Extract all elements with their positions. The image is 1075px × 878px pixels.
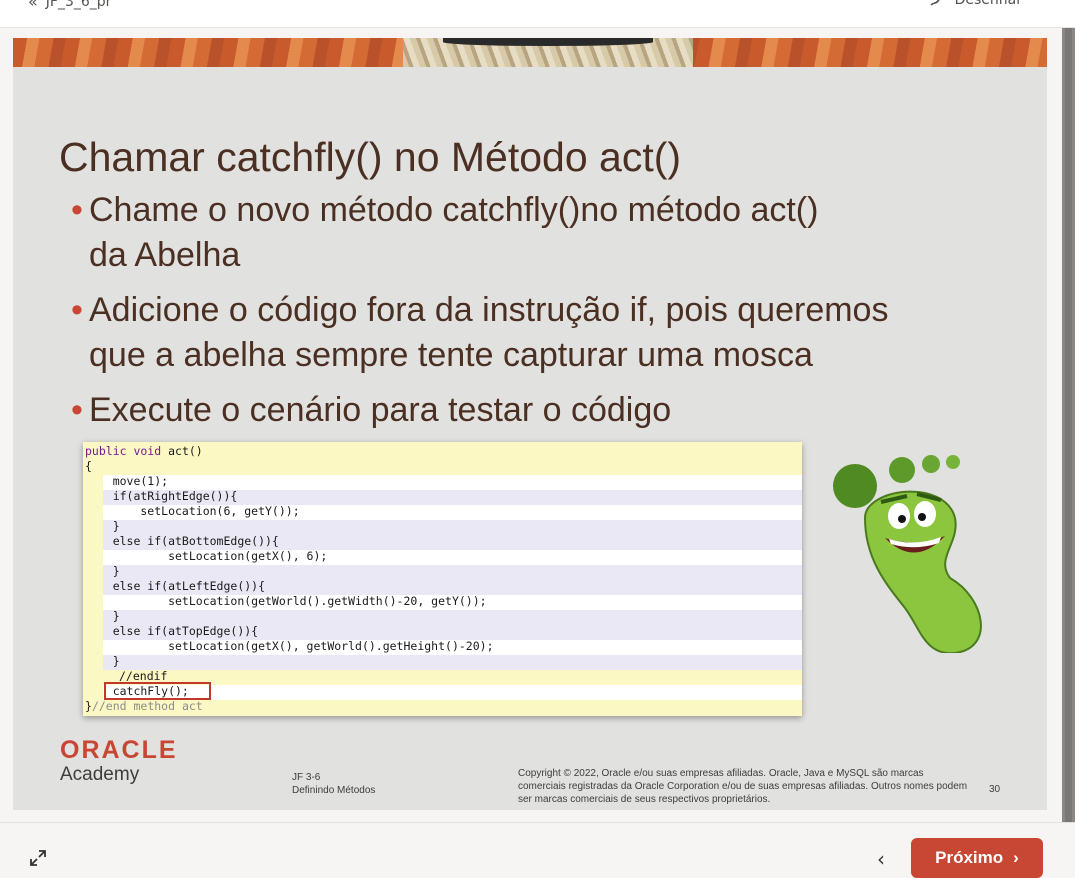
academy-label: Academy: [60, 764, 140, 785]
bullet-line: Execute o cenário para testar o código: [89, 391, 672, 429]
banner-artwork-dark: [443, 38, 653, 46]
page-number: 30: [989, 784, 1001, 795]
code-band: [103, 475, 802, 490]
bullet-line: Chame o novo método catchfly()no método …: [89, 191, 819, 229]
chevron-left-icon: ‹: [877, 847, 885, 871]
chevron-right-icon: ›: [1013, 848, 1019, 867]
code-line: }: [85, 609, 120, 623]
highlight-box: [104, 682, 211, 700]
code-line: }//end method act: [85, 699, 203, 713]
greenfoot-mascot-icon: [833, 455, 982, 653]
module-title: JF_3_6_pr: [45, 0, 112, 10]
code-line: else if(atTopEdge()){: [85, 624, 259, 638]
code-line: }: [85, 654, 120, 668]
code-line: else if(atBottomEdge()){: [85, 534, 279, 548]
bullet-line: Adicione o código fora da instrução if, …: [89, 291, 889, 329]
code-line: else if(atLeftEdge()){: [85, 579, 266, 593]
double-chevron-left-icon: «: [28, 0, 38, 11]
draw-button[interactable]: Desenhar: [929, 0, 1022, 8]
code-line: public void act(): [85, 444, 203, 458]
bullet-item: • Chame o novo método catchfly()no métod…: [71, 188, 1011, 278]
code-line: setLocation(6, getY());: [85, 504, 300, 518]
back-link[interactable]: « JF_3_6_pr: [28, 0, 111, 11]
previous-button[interactable]: ‹: [868, 846, 894, 872]
draw-label: Desenhar: [954, 0, 1022, 8]
expand-icon[interactable]: [28, 848, 48, 868]
bullet-line: da Abelha: [89, 236, 241, 274]
code-line: setLocation(getWorld().getWidth()-20, ge…: [85, 594, 487, 608]
slide-title: Chamar catchfly() no Método act(): [59, 134, 682, 180]
code-line: }: [85, 519, 120, 533]
bullet-line: que a abelha sempre tente capturar uma m…: [89, 336, 813, 374]
bullet-list: • Chame o novo método catchfly()no métod…: [71, 188, 1011, 443]
bullet-dot-icon: •: [71, 191, 83, 229]
course-code: JF 3-6: [292, 772, 321, 783]
next-label: Próximo: [935, 848, 1004, 867]
course-title: Definindo Métodos: [292, 785, 376, 796]
copyright-text: Copyright © 2022, Oracle e/ou suas empre…: [518, 768, 968, 805]
slide: Chamar catchfly() no Método act() • Cham…: [13, 38, 1047, 810]
code-line: if(atRightEdge()){: [85, 489, 238, 503]
code-line: {: [85, 459, 92, 473]
slide-banner: [13, 38, 1047, 67]
bullet-dot-icon: •: [71, 391, 83, 429]
code-line: }: [85, 564, 120, 578]
code-line: move(1);: [85, 474, 169, 488]
bullet-item: • Execute o cenário para testar o código: [71, 388, 1011, 433]
code-line: setLocation(getX(), getWorld().getHeight…: [85, 639, 494, 653]
top-bar: « JF_3_6_pr Desenhar: [0, 0, 1075, 28]
scrollbar[interactable]: [1062, 28, 1075, 848]
pen-icon: [930, 0, 940, 6]
scrollbar-thumb[interactable]: [1065, 28, 1072, 828]
course-info: JF 3-6 Definindo Métodos: [292, 771, 375, 797]
bullet-item: • Adicione o código fora da instrução if…: [71, 288, 1011, 378]
code-line: setLocation(getX(), 6);: [85, 549, 328, 563]
oracle-logo: ORACLE: [60, 736, 178, 764]
next-button[interactable]: Próximo ›: [911, 838, 1043, 878]
bullet-dot-icon: •: [71, 291, 83, 329]
code-screenshot: public void act() { move(1); if(atRightE…: [83, 442, 802, 716]
